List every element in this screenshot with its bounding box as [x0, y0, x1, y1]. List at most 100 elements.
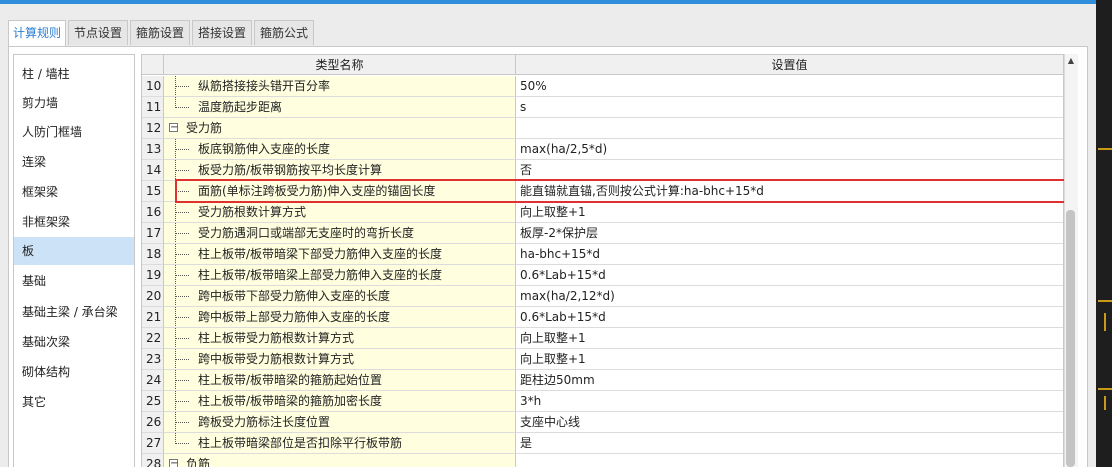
- type-name-cell: 受力筋根数计算方式: [164, 202, 516, 223]
- type-name-cell: 柱上板带/板带暗梁下部受力筋伸入支座的长度: [164, 244, 516, 265]
- row-number: 27: [142, 433, 164, 454]
- setting-value-cell[interactable]: s: [516, 97, 1063, 118]
- table-row[interactable]: 20 跨中板带下部受力筋伸入支座的长度 max(ha/2,12*d): [142, 286, 1063, 307]
- type-name-cell: − 受力筋: [164, 118, 516, 139]
- row-number: 23: [142, 349, 164, 370]
- table-row[interactable]: 16 受力筋根数计算方式 向上取整+1: [142, 202, 1063, 223]
- sidebar-item-foundation-secondary-beam[interactable]: 基础次梁: [14, 328, 134, 356]
- table-row[interactable]: 24 柱上板带/板带暗梁的箍筋起始位置 距柱边50mm: [142, 370, 1063, 391]
- sidebar-item-shear-wall[interactable]: 剪力墙: [14, 89, 134, 117]
- table-row[interactable]: 11 温度筋起步距离 s: [142, 97, 1063, 118]
- type-name-cell: 跨板受力筋标注长度位置: [164, 412, 516, 433]
- type-name-cell: 跨中板带下部受力筋伸入支座的长度: [164, 286, 516, 307]
- table-row[interactable]: 17 受力筋遇洞口或端部无支座时的弯折长度 板厚-2*保护层: [142, 223, 1063, 244]
- setting-value-cell[interactable]: 0.6*Lab+15*d: [516, 265, 1063, 286]
- table-row[interactable]: 18 柱上板带/板带暗梁下部受力筋伸入支座的长度 ha-bhc+15*d: [142, 244, 1063, 265]
- sidebar-item-masonry[interactable]: 砌体结构: [14, 358, 134, 386]
- row-number: 25: [142, 391, 164, 412]
- setting-value-cell[interactable]: 向上取整+1: [516, 349, 1063, 370]
- setting-value-cell[interactable]: 0.6*Lab+15*d: [516, 307, 1063, 328]
- type-name: 柱上板带/板带暗梁上部受力筋伸入支座的长度: [198, 268, 443, 282]
- row-number: 28: [142, 454, 164, 467]
- type-name: 跨中板带下部受力筋伸入支座的长度: [198, 289, 391, 303]
- row-number: 26: [142, 412, 164, 433]
- type-name-cell: 柱上板带/板带暗梁的箍筋加密长度: [164, 391, 516, 412]
- tab-stirrup-settings[interactable]: 箍筋设置: [130, 20, 190, 45]
- row-number: 16: [142, 202, 164, 223]
- tab-calculation-rules[interactable]: 计算规则: [8, 20, 66, 47]
- table-row[interactable]: 22 柱上板带受力筋根数计算方式 向上取整+1: [142, 328, 1063, 349]
- type-name: 跨中板带受力筋根数计算方式: [198, 352, 355, 366]
- table-row[interactable]: 14 板受力筋/板带钢筋按平均长度计算 否: [142, 160, 1063, 181]
- table-row[interactable]: 19 柱上板带/板带暗梁上部受力筋伸入支座的长度 0.6*Lab+15*d: [142, 265, 1063, 286]
- sidebar-item-slab[interactable]: 板: [14, 237, 134, 265]
- setting-value-cell: [516, 118, 1063, 139]
- tab-node-settings[interactable]: 节点设置: [68, 20, 128, 45]
- table-row[interactable]: 21 跨中板带上部受力筋伸入支座的长度 0.6*Lab+15*d: [142, 307, 1063, 328]
- table-row[interactable]: 10 纵筋搭接接头错开百分率 50%: [142, 76, 1063, 97]
- table-row[interactable]: 25 柱上板带/板带暗梁的箍筋加密长度 3*h: [142, 391, 1063, 412]
- collapse-toggle-icon[interactable]: −: [169, 459, 178, 467]
- table-row[interactable]: 23 跨中板带受力筋根数计算方式 向上取整+1: [142, 349, 1063, 370]
- type-name: 跨中板带上部受力筋伸入支座的长度: [198, 310, 391, 324]
- sidebar-item-column-wall-column[interactable]: 柱 / 墙柱: [14, 60, 134, 88]
- table-row-category[interactable]: 12 − 受力筋: [142, 118, 1063, 139]
- component-type-list: 柱 / 墙柱 剪力墙 人防门框墙 连梁 框架梁 非框架梁 板 基础 基础主梁 /…: [13, 54, 135, 467]
- setting-value-cell[interactable]: 向上取整+1: [516, 328, 1063, 349]
- sidebar-item-foundation-main-beam[interactable]: 基础主梁 / 承台梁: [14, 298, 134, 326]
- table-row-category[interactable]: 28 − 负筋: [142, 454, 1063, 467]
- setting-value-cell[interactable]: 否: [516, 160, 1063, 181]
- sidebar-item-non-frame-beam[interactable]: 非框架梁: [14, 208, 134, 236]
- type-name: 面筋(单标注跨板受力筋)伸入支座的锚固长度: [198, 184, 436, 198]
- type-name: 受力筋根数计算方式: [198, 205, 307, 219]
- setting-value-cell[interactable]: 是: [516, 433, 1063, 454]
- setting-value-cell[interactable]: max(ha/2,5*d): [516, 139, 1063, 160]
- type-name-cell: 柱上板带受力筋根数计算方式: [164, 328, 516, 349]
- type-name: 受力筋遇洞口或端部无支座时的弯折长度: [198, 226, 415, 240]
- setting-value-cell[interactable]: 能直锚就直锚,否则按公式计算:ha-bhc+15*d: [516, 181, 1063, 202]
- tab-stirrup-formula[interactable]: 箍筋公式: [254, 20, 314, 45]
- sidebar-item-other[interactable]: 其它: [14, 388, 134, 416]
- table-row[interactable]: 13 板底钢筋伸入支座的长度 max(ha/2,5*d): [142, 139, 1063, 160]
- category-name: 负筋: [186, 457, 211, 467]
- sidebar-item-coupling-beam[interactable]: 连梁: [14, 148, 134, 176]
- type-name: 板底钢筋伸入支座的长度: [198, 142, 331, 156]
- row-number: 11: [142, 97, 164, 118]
- row-number: 24: [142, 370, 164, 391]
- row-number: 17: [142, 223, 164, 244]
- tab-lap-settings[interactable]: 搭接设置: [192, 20, 252, 45]
- setting-value-cell[interactable]: 支座中心线: [516, 412, 1063, 433]
- sidebar-item-foundation[interactable]: 基础: [14, 267, 134, 295]
- table-row[interactable]: 26 跨板受力筋标注长度位置 支座中心线: [142, 412, 1063, 433]
- sidebar-item-civil-defense-door-wall[interactable]: 人防门框墙: [14, 118, 134, 146]
- setting-value-cell[interactable]: 3*h: [516, 391, 1063, 412]
- type-name-column-header: 类型名称: [164, 55, 516, 75]
- type-name-cell: 纵筋搭接接头错开百分率: [164, 76, 516, 97]
- row-number: 14: [142, 160, 164, 181]
- type-name: 温度筋起步距离: [198, 100, 283, 114]
- collapse-toggle-icon[interactable]: −: [169, 123, 178, 133]
- setting-value-cell[interactable]: 向上取整+1: [516, 202, 1063, 223]
- type-name-cell: 柱上板带暗梁部位是否扣除平行板带筋: [164, 433, 516, 454]
- row-number: 21: [142, 307, 164, 328]
- row-number: 10: [142, 76, 164, 97]
- setting-value-cell[interactable]: max(ha/2,12*d): [516, 286, 1063, 307]
- scroll-up-arrow-icon[interactable]: ▲: [1066, 56, 1076, 66]
- table-row[interactable]: 15 面筋(单标注跨板受力筋)伸入支座的锚固长度 能直锚就直锚,否则按公式计算:…: [142, 181, 1063, 202]
- type-name: 柱上板带暗梁部位是否扣除平行板带筋: [198, 436, 403, 450]
- setting-value-column-header: 设置值: [516, 55, 1063, 75]
- setting-value-cell[interactable]: 50%: [516, 76, 1063, 97]
- type-name: 柱上板带受力筋根数计算方式: [198, 331, 355, 345]
- setting-value-cell[interactable]: 板厚-2*保护层: [516, 223, 1063, 244]
- row-number: 12: [142, 118, 164, 139]
- table-row[interactable]: 27 柱上板带暗梁部位是否扣除平行板带筋 是: [142, 433, 1063, 454]
- background-decoration: [1104, 313, 1106, 331]
- setting-value-cell[interactable]: ha-bhc+15*d: [516, 244, 1063, 265]
- scrollbar-thumb[interactable]: [1066, 210, 1075, 467]
- setting-value-cell[interactable]: 距柱边50mm: [516, 370, 1063, 391]
- type-name-cell: 面筋(单标注跨板受力筋)伸入支座的锚固长度: [164, 181, 516, 202]
- row-number: 22: [142, 328, 164, 349]
- sidebar-item-frame-beam[interactable]: 框架梁: [14, 178, 134, 206]
- row-number: 20: [142, 286, 164, 307]
- background-decoration: [1104, 396, 1106, 410]
